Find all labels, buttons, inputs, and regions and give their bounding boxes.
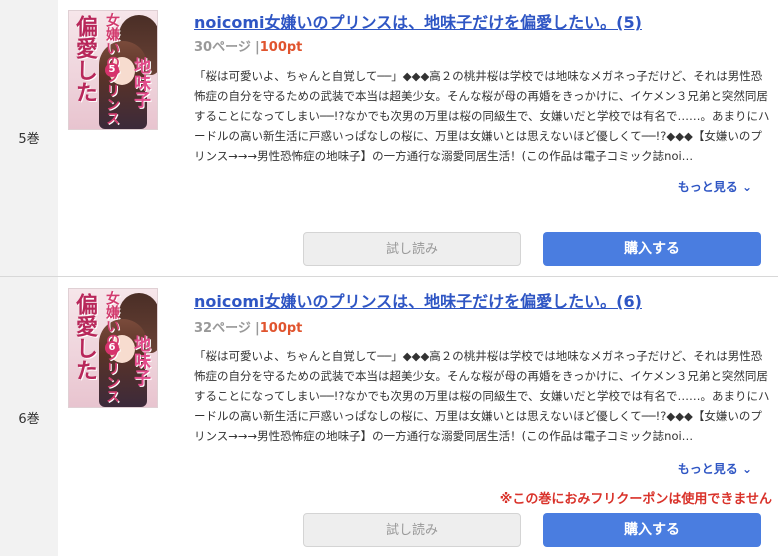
show-more-label: もっと見る — [677, 180, 738, 194]
volume-number: 5巻 — [18, 132, 40, 147]
cover-title-large: 偏愛した — [72, 293, 98, 381]
book-title-link[interactable]: noicomi女嫌いのプリンスは、地味子だけを偏愛したい。(6) — [194, 288, 642, 312]
price: 100pt — [259, 40, 303, 55]
volume-row: 6巻 偏愛した 女嫌いのプリンス 地味子 6 noicomi女嫌いのプリンスは、… — [0, 277, 778, 556]
book-cover-image[interactable]: 偏愛した 女嫌いのプリンス 地味子 5 — [68, 10, 158, 130]
volume-number-cell: 5巻 — [0, 0, 58, 276]
book-cover-image[interactable]: 偏愛した 女嫌いのプリンス 地味子 6 — [68, 288, 158, 408]
volume-number-cell: 6巻 — [0, 277, 58, 556]
book-meta: 30ページ |100pt — [194, 36, 302, 55]
cover-title-pink: 地味子 — [130, 335, 150, 386]
book-title-link[interactable]: noicomi女嫌いのプリンスは、地味子だけを偏愛したい。(5) — [194, 9, 642, 33]
book-meta: 32ページ |100pt — [194, 317, 302, 336]
page-count: 30ページ — [194, 40, 251, 55]
cover-volume-badge: 6 — [105, 341, 119, 355]
cover-title-pink: 地味子 — [130, 57, 150, 108]
page-count: 32ページ — [194, 321, 251, 336]
volume-number: 6巻 — [18, 412, 40, 427]
cover-title-large: 偏愛した — [72, 15, 98, 103]
show-more-link[interactable]: もっと見る ⌄ — [678, 460, 752, 477]
show-more-label: もっと見る — [677, 462, 738, 476]
buy-button[interactable]: 購入する — [543, 232, 761, 266]
volume-row: 5巻 偏愛した 女嫌いのプリンス 地味子 5 noicomi女嫌いのプリンスは、… — [0, 0, 778, 276]
cover-volume-badge: 5 — [105, 63, 119, 77]
trial-read-button[interactable]: 試し読み — [303, 513, 521, 547]
chevron-down-icon: ⌄ — [741, 180, 752, 194]
book-description: 「桜は可愛いよ、ちゃんと自覚して──」◆◆◆高２の桃井桜は学校では地味なメガネっ… — [194, 69, 770, 163]
buy-button[interactable]: 購入する — [543, 513, 761, 547]
show-more-link[interactable]: もっと見る ⌄ — [678, 178, 752, 195]
book-description: 「桜は可愛いよ、ちゃんと自覚して──」◆◆◆高２の桃井桜は学校では地味なメガネっ… — [194, 349, 770, 443]
coupon-notice: ※この巻におみフリクーポンは使用できません — [499, 492, 772, 507]
trial-read-button[interactable]: 試し読み — [303, 232, 521, 266]
chevron-down-icon: ⌄ — [741, 462, 752, 476]
price: 100pt — [259, 321, 303, 336]
